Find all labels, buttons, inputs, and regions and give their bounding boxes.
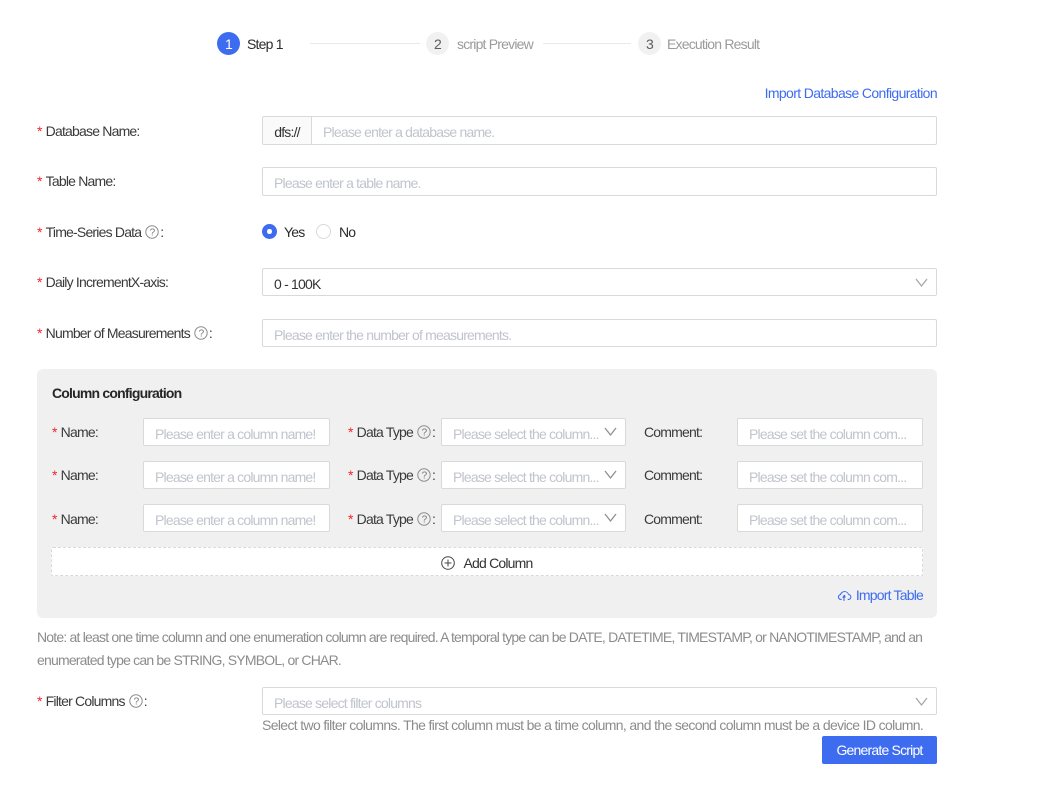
svg-text:?: ? (199, 328, 205, 339)
svg-text:?: ? (150, 227, 156, 238)
svg-text:?: ? (422, 514, 428, 525)
svg-text:?: ? (422, 470, 428, 481)
svg-text:?: ? (133, 696, 139, 707)
svg-text:?: ? (422, 427, 428, 438)
